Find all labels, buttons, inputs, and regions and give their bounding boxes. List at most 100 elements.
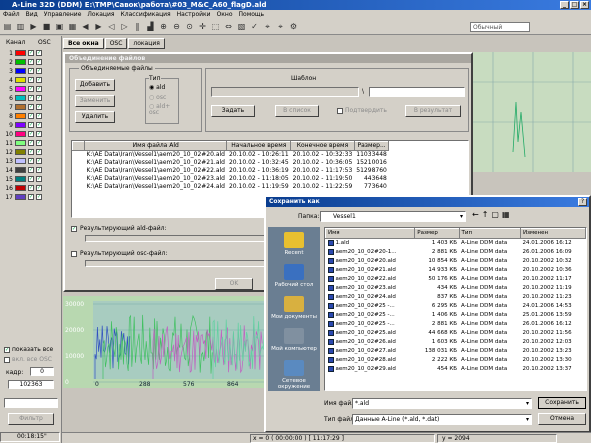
crosshair-icon[interactable]: ✛ [197, 21, 208, 32]
template-input[interactable] [211, 87, 359, 97]
tools-icon[interactable]: ⚙ [288, 21, 299, 32]
channel-color-swatch[interactable] [15, 176, 26, 182]
filter-button[interactable]: Фильтр [8, 413, 54, 425]
result-ald-checkbox[interactable]: ✓ Результирующий ald-файл: [71, 225, 166, 232]
confirm-checkbox[interactable]: Подтвердить [337, 107, 387, 114]
type-radio-osc[interactable]: ○ osc [149, 94, 166, 101]
channel-color-swatch[interactable] [15, 50, 26, 56]
grid-icon[interactable]: ▦ [67, 21, 78, 32]
remove-button[interactable]: Удалить [75, 111, 115, 123]
rewind-icon[interactable]: ◀ [80, 21, 91, 32]
step-back-icon[interactable]: ◁ [106, 21, 117, 32]
view-menu-icon[interactable]: ▦ [502, 210, 510, 219]
channel-color-swatch[interactable] [15, 122, 26, 128]
channel-row[interactable]: 17 ✓ ✓ [5, 193, 53, 201]
osc-checkbox[interactable]: ✓ [36, 131, 42, 137]
file-row[interactable]: aem20_10_02#22.ald 50 176 КБ A-Line DDM da… [326, 275, 586, 284]
file-row[interactable]: aem20_10_02#25 -... 1 406 КБ A-Line DDM da… [326, 311, 586, 320]
osc-checkbox[interactable]: ✓ [36, 185, 42, 191]
channel-row[interactable]: 1 ✓ ✓ [5, 49, 53, 57]
channel-checkbox[interactable]: ✓ [28, 167, 34, 173]
filter-combo[interactable] [4, 398, 58, 408]
channel-color-swatch[interactable] [15, 167, 26, 173]
channel-color-swatch[interactable] [15, 77, 26, 83]
file-row[interactable]: aem20_10_02#20-1... 2 881 КБ A-Line DDM da… [326, 248, 586, 257]
channel-row[interactable]: 13 ✓ ✓ [5, 157, 53, 165]
step-forward-icon[interactable]: ▷ [119, 21, 130, 32]
file-row[interactable]: aem20_10_02#21.ald 14 933 КБ A-Line DDM da… [326, 266, 586, 275]
channel-color-swatch[interactable] [15, 113, 26, 119]
osc-checkbox[interactable]: ✓ [36, 194, 42, 200]
minimize-icon[interactable]: _ [560, 1, 569, 9]
table-row[interactable]: K:\AE Data\Iran\Vessel1\aem20_10_02#22.a… [73, 167, 389, 175]
forward-icon[interactable]: ▶ [93, 21, 104, 32]
column-header[interactable]: Размер... [353, 141, 390, 151]
osc-checkbox[interactable]: ✓ [36, 86, 42, 92]
file-row[interactable]: aem20_10_02#25 -... 2 881 КБ A-Line DDM da… [326, 320, 586, 329]
view-mode-combo[interactable]: Обычный [470, 22, 530, 32]
print-icon[interactable]: ▣ [54, 21, 65, 32]
save-button[interactable]: Сохранить [538, 397, 586, 409]
channel-row[interactable]: 15 ✓ ✓ [5, 175, 53, 183]
channel-checkbox[interactable]: ✓ [28, 59, 34, 65]
channel-checkbox[interactable]: ✓ [28, 95, 34, 101]
table-row[interactable]: K:\AE Data\Iran\Vessel1\aem20_10_02#20.a… [73, 151, 389, 160]
channel-checkbox[interactable]: ✓ [28, 50, 34, 56]
channel-color-swatch[interactable] [15, 140, 26, 146]
menu-item-2[interactable]: Управление [44, 10, 82, 19]
channel-checkbox[interactable]: ✓ [28, 104, 34, 110]
menu-item-6[interactable]: Окно [217, 10, 233, 19]
menu-item-3[interactable]: Локация [87, 10, 114, 19]
osc-checkbox[interactable]: ✓ [36, 176, 42, 182]
column-header[interactable]: Изменен [519, 228, 586, 239]
file-row[interactable]: aem20_10_02#23.ald 434 КБ A-Line DDM data 2… [326, 284, 586, 293]
file-row[interactable]: aem20_10_02#24.ald 837 КБ A-Line DDM data 2… [326, 293, 586, 302]
play-icon[interactable]: ▶ [28, 21, 39, 32]
channel-color-swatch[interactable] [15, 194, 26, 200]
file-row[interactable]: aem20_10_02#25 -... 6 295 КБ A-Line DDM da… [326, 302, 586, 311]
channel-color-swatch[interactable] [15, 59, 26, 65]
select-icon[interactable]: ⬚ [210, 21, 221, 32]
osc-checkbox[interactable]: ✓ [36, 140, 42, 146]
channel-row[interactable]: 6 ✓ ✓ [5, 94, 53, 102]
to-list-button[interactable]: В список [275, 105, 319, 117]
channel-checkbox[interactable]: ✓ [28, 131, 34, 137]
channel-color-swatch[interactable] [15, 86, 26, 92]
type-radio-ald-osc[interactable]: ○ ald+ osc [149, 104, 179, 116]
table-row[interactable]: K:\AE Data\Iran\Vessel1\aem20_10_02#21.a… [73, 159, 389, 167]
channel-checkbox[interactable]: ✓ [28, 194, 34, 200]
file-row[interactable]: aem20_10_02#28.ald 2 222 КБ A-Line DDM dat… [326, 356, 586, 365]
loc-icon[interactable]: ⌖ [262, 21, 273, 32]
column-header[interactable]: Конечное время [290, 141, 355, 151]
file-row[interactable]: aem20_10_02#29.ald 454 КБ A-Line DDM data 2… [326, 365, 586, 374]
stop-icon[interactable]: ■ [41, 21, 52, 32]
osc-checkbox[interactable]: ✓ [36, 149, 42, 155]
close-icon[interactable]: × [580, 1, 589, 9]
channel-color-swatch[interactable] [15, 185, 26, 191]
channel-color-swatch[interactable] [15, 68, 26, 74]
osc-checkbox[interactable]: ✓ [36, 77, 42, 83]
channel-checkbox[interactable]: ✓ [28, 140, 34, 146]
osc-all-checkbox[interactable] [4, 356, 10, 363]
channel-row[interactable]: 16 ✓ ✓ [5, 184, 53, 192]
channel-row[interactable]: 7 ✓ ✓ [5, 103, 53, 111]
osc-checkbox[interactable]: ✓ [36, 68, 42, 74]
tab-0[interactable]: Все окна [63, 38, 104, 49]
file-row[interactable]: aem20_10_02#27.ald 138 031 КБ A-Line DDM d… [326, 347, 586, 356]
file-row[interactable]: 1.ald 1 403 КБ A-Line DDM data 24.01.2006 1… [326, 239, 586, 249]
channel-checkbox[interactable]: ✓ [28, 149, 34, 155]
show-all-checkbox[interactable]: ✓ [4, 346, 10, 353]
channel-row[interactable]: 8 ✓ ✓ [5, 112, 53, 120]
filename-input[interactable]: *.ald ▾ [352, 398, 532, 409]
osc-checkbox[interactable]: ✓ [36, 122, 42, 128]
filetype-combo[interactable]: Данные A-Line (*.ald, *.dat) ▾ [352, 414, 532, 425]
channel-row[interactable]: 9 ✓ ✓ [5, 121, 53, 129]
zoom-in-icon[interactable]: ⊕ [158, 21, 169, 32]
maximize-icon[interactable]: □ [570, 1, 579, 9]
column-header[interactable]: Размер [414, 228, 460, 239]
calc-icon[interactable]: ▧ [236, 21, 247, 32]
tab-1[interactable]: OSC [104, 38, 128, 49]
osc-checkbox[interactable]: ✓ [36, 158, 42, 164]
frame-input[interactable]: 0 [30, 367, 54, 376]
replace-button[interactable]: Заменить [75, 95, 115, 107]
